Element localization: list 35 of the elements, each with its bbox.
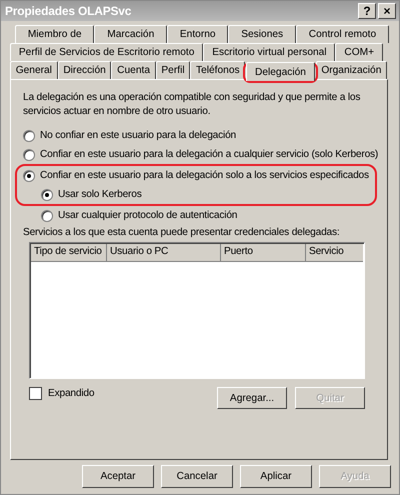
tab[interactable]: Miembro de (15, 25, 94, 43)
tab[interactable]: Cuenta (111, 61, 156, 79)
tab[interactable]: Sesiones (228, 25, 296, 43)
push-button[interactable]: Cancelar (161, 465, 233, 488)
radio-option[interactable]: Confiar en este usuario para la delegación solo a los servicios especificados (23, 166, 369, 185)
tab[interactable]: Escritorio virtual personal (203, 43, 336, 61)
tab[interactable]: General (10, 61, 58, 79)
help-button[interactable]: ? (358, 3, 376, 19)
expanded-checkbox[interactable]: Expandido (29, 387, 94, 400)
tab[interactable]: Teléfonos (190, 61, 246, 79)
push-button[interactable]: Agregar... (217, 387, 287, 409)
radio-option[interactable]: No confiar en este usuario para la delegación (23, 126, 236, 145)
push-button[interactable]: Aplicar (240, 465, 312, 488)
column-header[interactable]: Tipo de servicio (31, 244, 107, 262)
tab[interactable]: Organización (316, 61, 388, 79)
column-header[interactable]: Servicio (306, 244, 363, 262)
services-label: Servicios a los que esta cuenta puede presentar credenciales delegadas: (23, 227, 340, 238)
tab[interactable]: Perfil de Servicios de Escritorio remoto (10, 43, 204, 61)
tab[interactable]: Entorno (167, 25, 228, 43)
radio-option[interactable]: Usar cualquier protocolo de autenticación (41, 206, 238, 225)
tab[interactable]: Delegación (246, 62, 315, 81)
tab[interactable]: Control remoto (296, 25, 389, 43)
tab[interactable]: COM+ (335, 43, 383, 61)
services-list[interactable]: Tipo de servicio Usuario o PC Puerto Servicio (29, 242, 365, 379)
radio-option[interactable]: Usar solo Kerberos (41, 185, 369, 204)
window-title: Propiedades OLAPSvc (5, 4, 132, 18)
tab[interactable]: Perfil (156, 61, 190, 79)
column-header[interactable]: Puerto (221, 244, 306, 262)
radio-option[interactable]: Confiar en este usuario para la delegación a cualquier servicio (solo Kerberos) (23, 145, 378, 164)
tab[interactable]: Dirección (58, 61, 112, 79)
description-text: La delegación es una operación compatible con seguridad y que permite a los servicios actuar en nombre de otro usuario. (23, 91, 362, 119)
tab[interactable]: Marcación (94, 25, 168, 43)
close-button[interactable]: × (378, 3, 396, 19)
push-button[interactable]: Aceptar (82, 465, 154, 488)
column-header[interactable]: Usuario o PC (107, 244, 221, 262)
